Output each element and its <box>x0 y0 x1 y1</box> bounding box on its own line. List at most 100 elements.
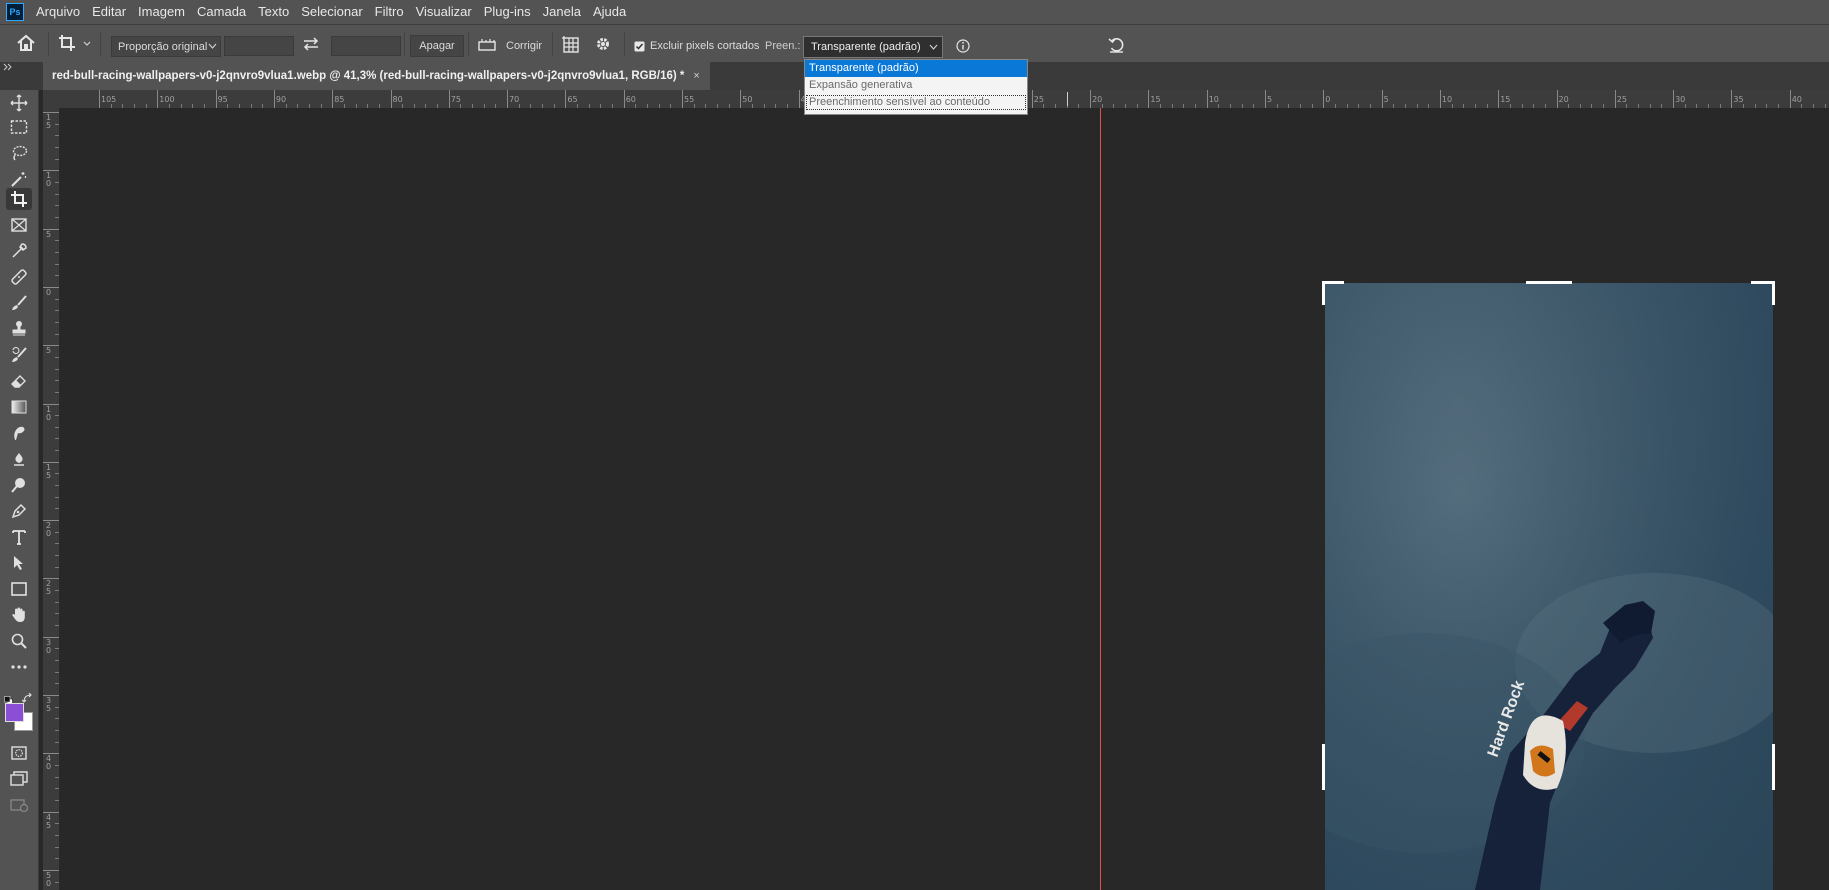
reset-icon[interactable] <box>1108 37 1126 53</box>
move-icon[interactable] <box>6 92 32 114</box>
ruler-v-label: 3 0 <box>46 637 52 655</box>
straighten-icon[interactable] <box>478 38 496 51</box>
fill-option-content-aware[interactable]: Preenchimento sensível ao conteúdo <box>805 94 1027 111</box>
menu-camada[interactable]: Camada <box>191 0 252 24</box>
fill-option-generative-expand[interactable]: Expansão generativa <box>805 77 1027 94</box>
ratio-select[interactable]: Proporção original <box>111 36 221 57</box>
ruler-v-minor-tick <box>55 729 59 731</box>
fill-dropdown-list: Transparente (padrão) Expansão generativ… <box>804 59 1028 115</box>
ruler-v-minor-tick <box>55 485 59 487</box>
ruler-v-minor-tick <box>55 834 59 836</box>
marquee-icon[interactable] <box>6 116 32 138</box>
rectangle-icon[interactable] <box>6 578 32 600</box>
ruler-h-major-tick <box>1265 90 1266 108</box>
ruler-v-minor-tick <box>55 275 59 277</box>
crop-handle-right-middle[interactable] <box>1772 744 1775 790</box>
magic-wand-icon[interactable] <box>6 168 32 190</box>
fill-option-transparent[interactable]: Transparente (padrão) <box>805 60 1027 77</box>
menu-texto[interactable]: Texto <box>252 0 295 24</box>
crop-handle-top-left[interactable] <box>1322 281 1325 305</box>
ruler-v-minor-tick <box>55 391 59 393</box>
menu-filtro[interactable]: Filtro <box>369 0 410 24</box>
vertical-ruler[interactable]: 1 5 1 0 5 0 5 1 0 1 5 2 0 2 5 3 0 3 5 4 0 4 5 5 0 <box>43 108 60 890</box>
menu-janela[interactable]: Janela <box>537 0 587 24</box>
crop-preset-icon[interactable] <box>58 34 92 52</box>
pen-icon[interactable] <box>6 500 32 522</box>
ruler-h-label: 80 <box>392 95 403 104</box>
fill-select[interactable]: Transparente (padrão) <box>803 36 943 58</box>
ruler-v-label: 1 5 <box>46 462 52 480</box>
crop-handle-top-center[interactable] <box>1526 281 1572 284</box>
ruler-v-minor-tick <box>55 368 59 370</box>
screen-mode-icon[interactable] <box>6 768 32 790</box>
ruler-v-minor-tick <box>55 543 59 545</box>
path-select-icon[interactable] <box>6 552 32 574</box>
eyedropper-icon[interactable] <box>6 240 32 262</box>
info-icon[interactable] <box>956 39 970 53</box>
ruler-v-minor-tick <box>55 613 59 615</box>
menu-selecionar[interactable]: Selecionar <box>295 0 368 24</box>
more-icon[interactable] <box>6 656 32 678</box>
crop-icon[interactable] <box>6 188 32 210</box>
menu-imagem[interactable]: Imagem <box>132 0 191 24</box>
menu-arquivo[interactable]: Arquivo <box>30 0 86 24</box>
stamp-icon[interactable] <box>6 318 32 340</box>
type-icon[interactable] <box>6 526 32 548</box>
ruler-v-minor-tick <box>55 310 59 312</box>
width-field[interactable] <box>224 36 294 56</box>
straighten-label[interactable]: Corrigir <box>506 37 542 55</box>
document-tab[interactable]: red-bull-racing-wallpapers-v0-j2qnvro9vl… <box>43 62 710 90</box>
zoom-icon[interactable] <box>6 630 32 652</box>
photoshop-logo[interactable]: Ps <box>6 3 24 21</box>
gradient-icon[interactable] <box>6 396 32 418</box>
ruler-h-major-tick <box>1148 90 1150 108</box>
guide-line[interactable] <box>1100 108 1101 890</box>
share-icon[interactable] <box>6 794 32 816</box>
clear-button[interactable]: Apagar <box>410 35 464 57</box>
height-field[interactable] <box>331 36 401 56</box>
delete-cropped-checkbox[interactable] <box>634 41 645 52</box>
ruler-v-minor-tick <box>55 508 59 510</box>
crop-handle-left-middle[interactable] <box>1322 744 1325 790</box>
hand-icon[interactable] <box>6 604 32 626</box>
home-icon[interactable] <box>16 34 36 52</box>
healing-icon[interactable] <box>6 266 32 288</box>
eraser-icon[interactable] <box>6 370 32 392</box>
ruler-h-label: 35 <box>1733 95 1744 104</box>
menu-plug-ins[interactable]: Plug-ins <box>478 0 537 24</box>
dodge-icon[interactable] <box>6 448 32 470</box>
menu-editar[interactable]: Editar <box>86 0 132 24</box>
ruler-v-minor-tick <box>55 531 59 533</box>
crop-handle-top-right-v[interactable] <box>1772 281 1775 305</box>
burn-icon[interactable] <box>6 474 32 496</box>
lasso-icon[interactable] <box>6 142 32 164</box>
swap-icon[interactable] <box>302 37 320 51</box>
brush-icon[interactable] <box>6 292 32 314</box>
ruler-h-label: 15 <box>1150 95 1161 104</box>
ruler-h-label: 5 <box>1383 95 1389 104</box>
crop-handle-top-left-h[interactable] <box>1322 281 1344 284</box>
ruler-v-label: 5 0 <box>46 870 52 888</box>
quick-mask-icon[interactable] <box>6 742 32 764</box>
history-brush-icon[interactable] <box>6 344 32 366</box>
smudge-icon[interactable] <box>6 422 32 444</box>
ruler-h-major-tick <box>215 90 217 108</box>
ruler-v-minor-tick <box>55 205 59 207</box>
menu-visualizar[interactable]: Visualizar <box>410 0 478 24</box>
ruler-v-minor-tick <box>55 181 59 183</box>
ruler-v-minor-tick <box>55 216 59 218</box>
ruler-v-minor-tick <box>55 764 59 766</box>
default-colors-icon[interactable] <box>4 694 13 705</box>
foreground-color-fill[interactable] <box>5 703 24 722</box>
ruler-v-major-tick <box>43 869 59 871</box>
frame-icon[interactable] <box>6 214 32 236</box>
ruler-h-label: 20 <box>1092 95 1103 104</box>
grid-overlay-icon[interactable] <box>561 35 581 55</box>
menu-ajuda[interactable]: Ajuda <box>587 0 632 24</box>
close-tab-icon[interactable]: × <box>693 70 699 82</box>
ruler-v-minor-tick <box>55 298 59 300</box>
ruler-v-minor-tick <box>55 193 59 195</box>
collapse-panel-icon[interactable] <box>0 62 43 72</box>
gear-icon[interactable] <box>594 35 612 53</box>
ruler-h-label: 100 <box>159 95 175 104</box>
